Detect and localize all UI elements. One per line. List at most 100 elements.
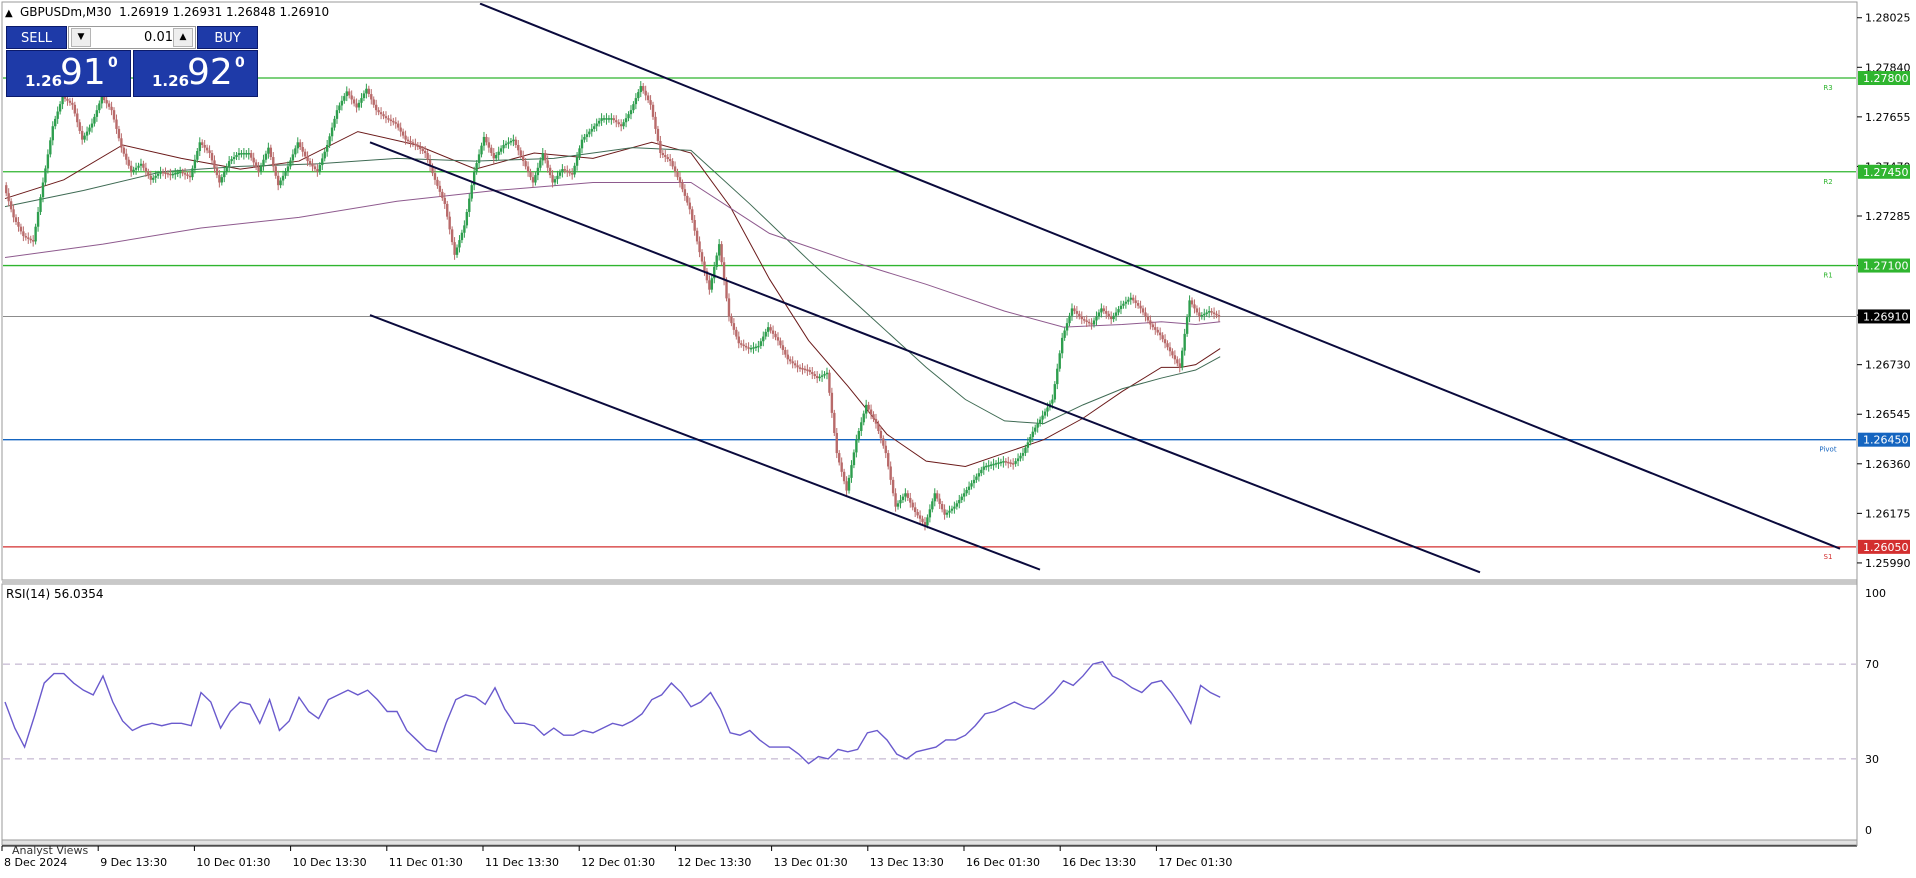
candle-body bbox=[171, 173, 175, 176]
bottom-tab-label[interactable]: Analyst Views bbox=[12, 844, 88, 857]
candle-body bbox=[1065, 323, 1069, 331]
candle-body bbox=[857, 430, 861, 440]
candle-body bbox=[754, 346, 758, 349]
lot-decrease-icon[interactable]: ▼ bbox=[71, 28, 91, 47]
candle-body bbox=[757, 345, 760, 348]
candle-body bbox=[193, 159, 197, 169]
candle-body bbox=[534, 175, 537, 183]
candle-body bbox=[1058, 353, 1061, 369]
candle-body bbox=[56, 111, 59, 119]
candle-body bbox=[147, 171, 150, 176]
lot-increase-icon[interactable]: ▲ bbox=[173, 28, 193, 47]
candle-body bbox=[250, 153, 253, 158]
candle-body bbox=[183, 173, 187, 175]
candle-body bbox=[350, 95, 353, 100]
candle-body bbox=[725, 280, 728, 299]
candle-body bbox=[338, 105, 341, 111]
candle-body bbox=[1105, 311, 1108, 314]
candle-body bbox=[556, 175, 559, 180]
candle-body bbox=[744, 345, 748, 348]
candle-body bbox=[1007, 461, 1010, 464]
candle-body bbox=[76, 113, 79, 123]
candle-body bbox=[617, 122, 620, 125]
candle-body bbox=[1016, 458, 1020, 462]
candle-body bbox=[328, 136, 331, 145]
pivot-level-badge-label: 1.27450 bbox=[1863, 166, 1909, 179]
candle-body bbox=[24, 236, 28, 238]
candle-body bbox=[95, 110, 99, 117]
candle-body bbox=[1124, 301, 1128, 304]
candle-body bbox=[264, 153, 268, 160]
candle-body bbox=[1043, 411, 1047, 416]
candle-body bbox=[852, 452, 856, 466]
candle-body bbox=[41, 182, 45, 198]
candle-body bbox=[1203, 313, 1206, 316]
candle-body bbox=[1038, 419, 1042, 424]
candle-body bbox=[1168, 347, 1172, 352]
candle-body bbox=[673, 166, 677, 172]
candle-body bbox=[901, 496, 905, 500]
candle-body bbox=[110, 106, 113, 111]
candle-body bbox=[850, 465, 853, 478]
candle-body bbox=[1198, 312, 1201, 317]
candle-body bbox=[176, 172, 179, 174]
candle-body bbox=[85, 131, 89, 136]
candle-body bbox=[348, 91, 351, 96]
one-click-trading-panel: SELL ▼ ▲ BUY 1.26 91 0 1.26 92 0 bbox=[6, 26, 258, 97]
candle-body bbox=[771, 330, 775, 334]
candle-body bbox=[1024, 447, 1027, 454]
candle-body bbox=[1205, 312, 1208, 314]
candle-body bbox=[769, 327, 772, 331]
candle-body bbox=[313, 166, 317, 170]
buy-button[interactable]: BUY bbox=[197, 26, 258, 49]
candle-body bbox=[421, 149, 424, 152]
candle-body bbox=[463, 225, 466, 233]
candle-body bbox=[509, 140, 513, 143]
candle-body bbox=[926, 517, 929, 526]
candle-body bbox=[495, 155, 498, 159]
candle-body bbox=[521, 155, 525, 162]
candle-body bbox=[166, 173, 170, 175]
pivot-level-tag: R3 bbox=[1823, 84, 1832, 92]
candle-body bbox=[928, 509, 932, 518]
time-tick-label: 9 Dec 13:30 bbox=[100, 856, 167, 869]
candle-body bbox=[1097, 312, 1101, 317]
sell-button[interactable]: SELL bbox=[6, 26, 67, 49]
candle-body bbox=[666, 157, 669, 160]
candle-body bbox=[727, 298, 731, 317]
chart-canvas[interactable]: R3R2R1PivotS1 1.280251.278401.276551.274… bbox=[0, 0, 1916, 874]
candle-body bbox=[382, 114, 385, 117]
candle-body bbox=[1083, 319, 1086, 321]
candle-body bbox=[1070, 308, 1074, 316]
candle-body bbox=[524, 161, 527, 167]
time-tick-label: 8 Dec 2024 bbox=[4, 856, 67, 869]
candle-body bbox=[61, 96, 64, 105]
candle-body bbox=[1139, 305, 1142, 309]
candle-body bbox=[987, 465, 990, 467]
candle-body bbox=[115, 119, 118, 129]
candle-body bbox=[779, 340, 782, 346]
candle-body bbox=[252, 157, 255, 163]
price-tick-label: 1.27285 bbox=[1865, 210, 1911, 223]
candle-body bbox=[416, 144, 420, 147]
candle-body bbox=[607, 118, 611, 120]
candle-body bbox=[536, 167, 540, 176]
price-tick-label: 1.26360 bbox=[1865, 458, 1911, 471]
candle-body bbox=[318, 165, 322, 172]
lot-size-input[interactable] bbox=[93, 28, 175, 47]
candle-body bbox=[786, 354, 789, 360]
candle-body bbox=[284, 171, 287, 176]
window-separator[interactable] bbox=[2, 580, 1857, 584]
candle-body bbox=[847, 477, 851, 491]
candle-body bbox=[301, 147, 304, 152]
rsi-tick-label: 30 bbox=[1865, 753, 1879, 766]
candle-body bbox=[654, 116, 657, 129]
candle-body bbox=[384, 116, 388, 119]
sell-price-box[interactable]: 1.26 91 0 bbox=[6, 50, 131, 97]
candle-body bbox=[139, 163, 143, 166]
candle-body bbox=[1109, 316, 1113, 320]
buy-price-box[interactable]: 1.26 92 0 bbox=[133, 50, 258, 97]
candle-body bbox=[1095, 316, 1098, 321]
candle-body bbox=[624, 118, 628, 123]
candle-body bbox=[1188, 300, 1191, 318]
